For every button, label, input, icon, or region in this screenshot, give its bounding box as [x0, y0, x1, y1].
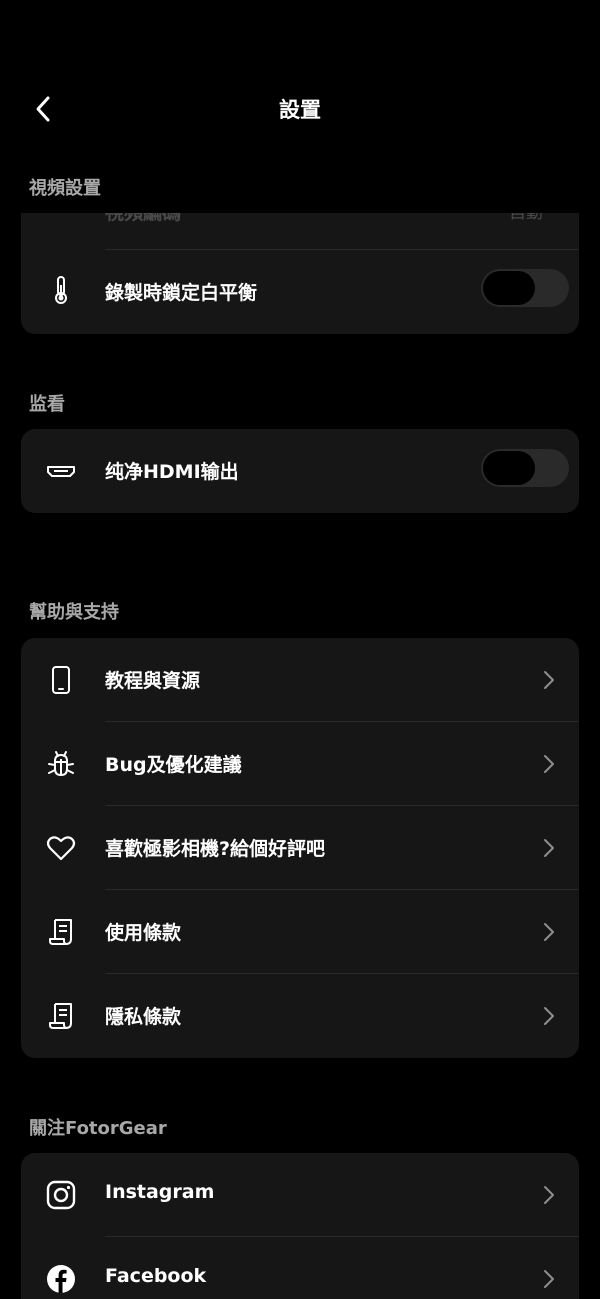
chevron-right-icon [539, 1004, 559, 1028]
chevron-right-icon [539, 1267, 559, 1291]
help-card: 教程與資源 Bug及優化建議 喜歡極影相機?給個好評吧 使用條款 隱私條款 [21, 638, 579, 1058]
help-item-label: 喜歡極影相機?給個好評吧 [105, 838, 326, 860]
document-icon [45, 916, 77, 948]
clean-hdmi-label: 纯净HDMI输出 [105, 461, 239, 483]
wb-lock-label: 錄製時鎖定白平衡 [105, 282, 258, 304]
facebook-icon [45, 1263, 77, 1295]
divider [105, 249, 579, 250]
chevron-right-icon [539, 668, 559, 692]
chevron-right-icon [539, 836, 559, 860]
follow-item-label: Instagram [105, 1181, 215, 1203]
wb-lock-row: 錄製時鎖定白平衡 [21, 252, 579, 334]
page-title: 設置 [279, 98, 321, 122]
chevron-right-icon [539, 1183, 559, 1207]
chevron-right-icon [539, 752, 559, 776]
follow-card: Instagram Facebook [21, 1153, 579, 1299]
hdmi-icon [45, 455, 77, 487]
section-header-follow: 關注FotorGear [29, 1118, 167, 1139]
help-item-label: 隱私條款 [105, 1006, 182, 1028]
help-item-label: Bug及優化建議 [105, 754, 242, 776]
phone-icon [45, 664, 77, 696]
nav-bar-overlay: 設置 [0, 80, 600, 140]
section-header-monitor: 监看 [29, 394, 65, 415]
bug-icon [45, 748, 77, 780]
help-item-rate-app[interactable]: 喜歡極影相機?給個好評吧 [21, 806, 579, 890]
video-settings-card: 視頻編碼 自動 錄製時鎖定白平衡 [21, 196, 579, 334]
wb-lock-toggle[interactable] [481, 269, 569, 307]
document-icon [45, 1000, 77, 1032]
help-item-label: 使用條款 [105, 922, 182, 944]
help-item-privacy-policy[interactable]: 隱私條款 [21, 974, 579, 1058]
clean-hdmi-toggle[interactable] [481, 449, 569, 487]
help-item-label: 教程與資源 [105, 670, 201, 692]
toggle-knob [483, 271, 535, 305]
instagram-icon [45, 1179, 77, 1211]
clean-hdmi-row: 纯净HDMI输出 [21, 429, 579, 513]
toggle-knob [483, 451, 535, 485]
monitor-card: 纯净HDMI输出 [21, 429, 579, 513]
follow-item-facebook[interactable]: Facebook [21, 1237, 579, 1299]
help-item-tutorials[interactable]: 教程與資源 [21, 638, 579, 722]
follow-item-label: Facebook [105, 1265, 207, 1287]
help-item-bug-report[interactable]: Bug及優化建議 [21, 722, 579, 806]
section-header-help: 幫助與支持 [29, 602, 119, 623]
follow-item-instagram[interactable]: Instagram [21, 1153, 579, 1237]
thermometer-icon [45, 274, 77, 306]
help-item-terms-of-use[interactable]: 使用條款 [21, 890, 579, 974]
chevron-right-icon [539, 920, 559, 944]
section-header-video: 視頻設置 [29, 178, 101, 199]
heart-icon [45, 832, 77, 864]
